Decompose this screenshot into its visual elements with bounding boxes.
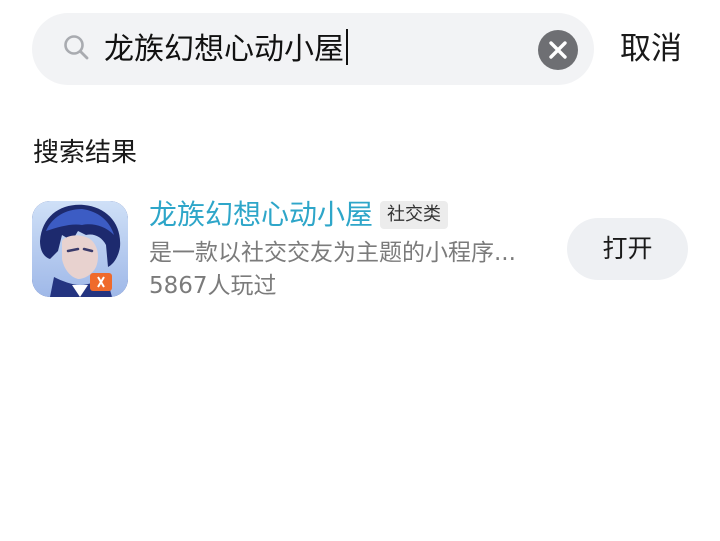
text-caret <box>346 29 348 65</box>
section-title: 搜索结果 <box>33 138 138 168</box>
search-query-text: 龙族幻想心动小屋 <box>104 32 344 67</box>
search-input[interactable]: 龙族幻想心动小屋 <box>104 29 348 70</box>
play-count: 5867人玩过 <box>149 273 277 299</box>
game-avatar-icon <box>32 201 128 297</box>
search-icon <box>62 33 92 63</box>
clear-search-button[interactable] <box>538 30 578 70</box>
result-list-item[interactable]: 龙族幻想心动小屋 社交类 是一款以社交交友为主题的小程序... 5867人玩过 … <box>0 192 720 312</box>
open-button[interactable]: 打开 <box>567 218 688 280</box>
cancel-button[interactable]: 取消 <box>620 27 682 71</box>
search-page: 龙族幻想心动小屋 取消 搜索结果 龙族幻想心动小屋 社交类 是一款以社交交友为主… <box>0 0 720 541</box>
close-icon <box>549 41 567 59</box>
app-name[interactable]: 龙族幻想心动小屋 <box>149 196 373 234</box>
app-description: 是一款以社交交友为主题的小程序... <box>149 240 516 266</box>
category-badge: 社交类 <box>380 201 448 229</box>
